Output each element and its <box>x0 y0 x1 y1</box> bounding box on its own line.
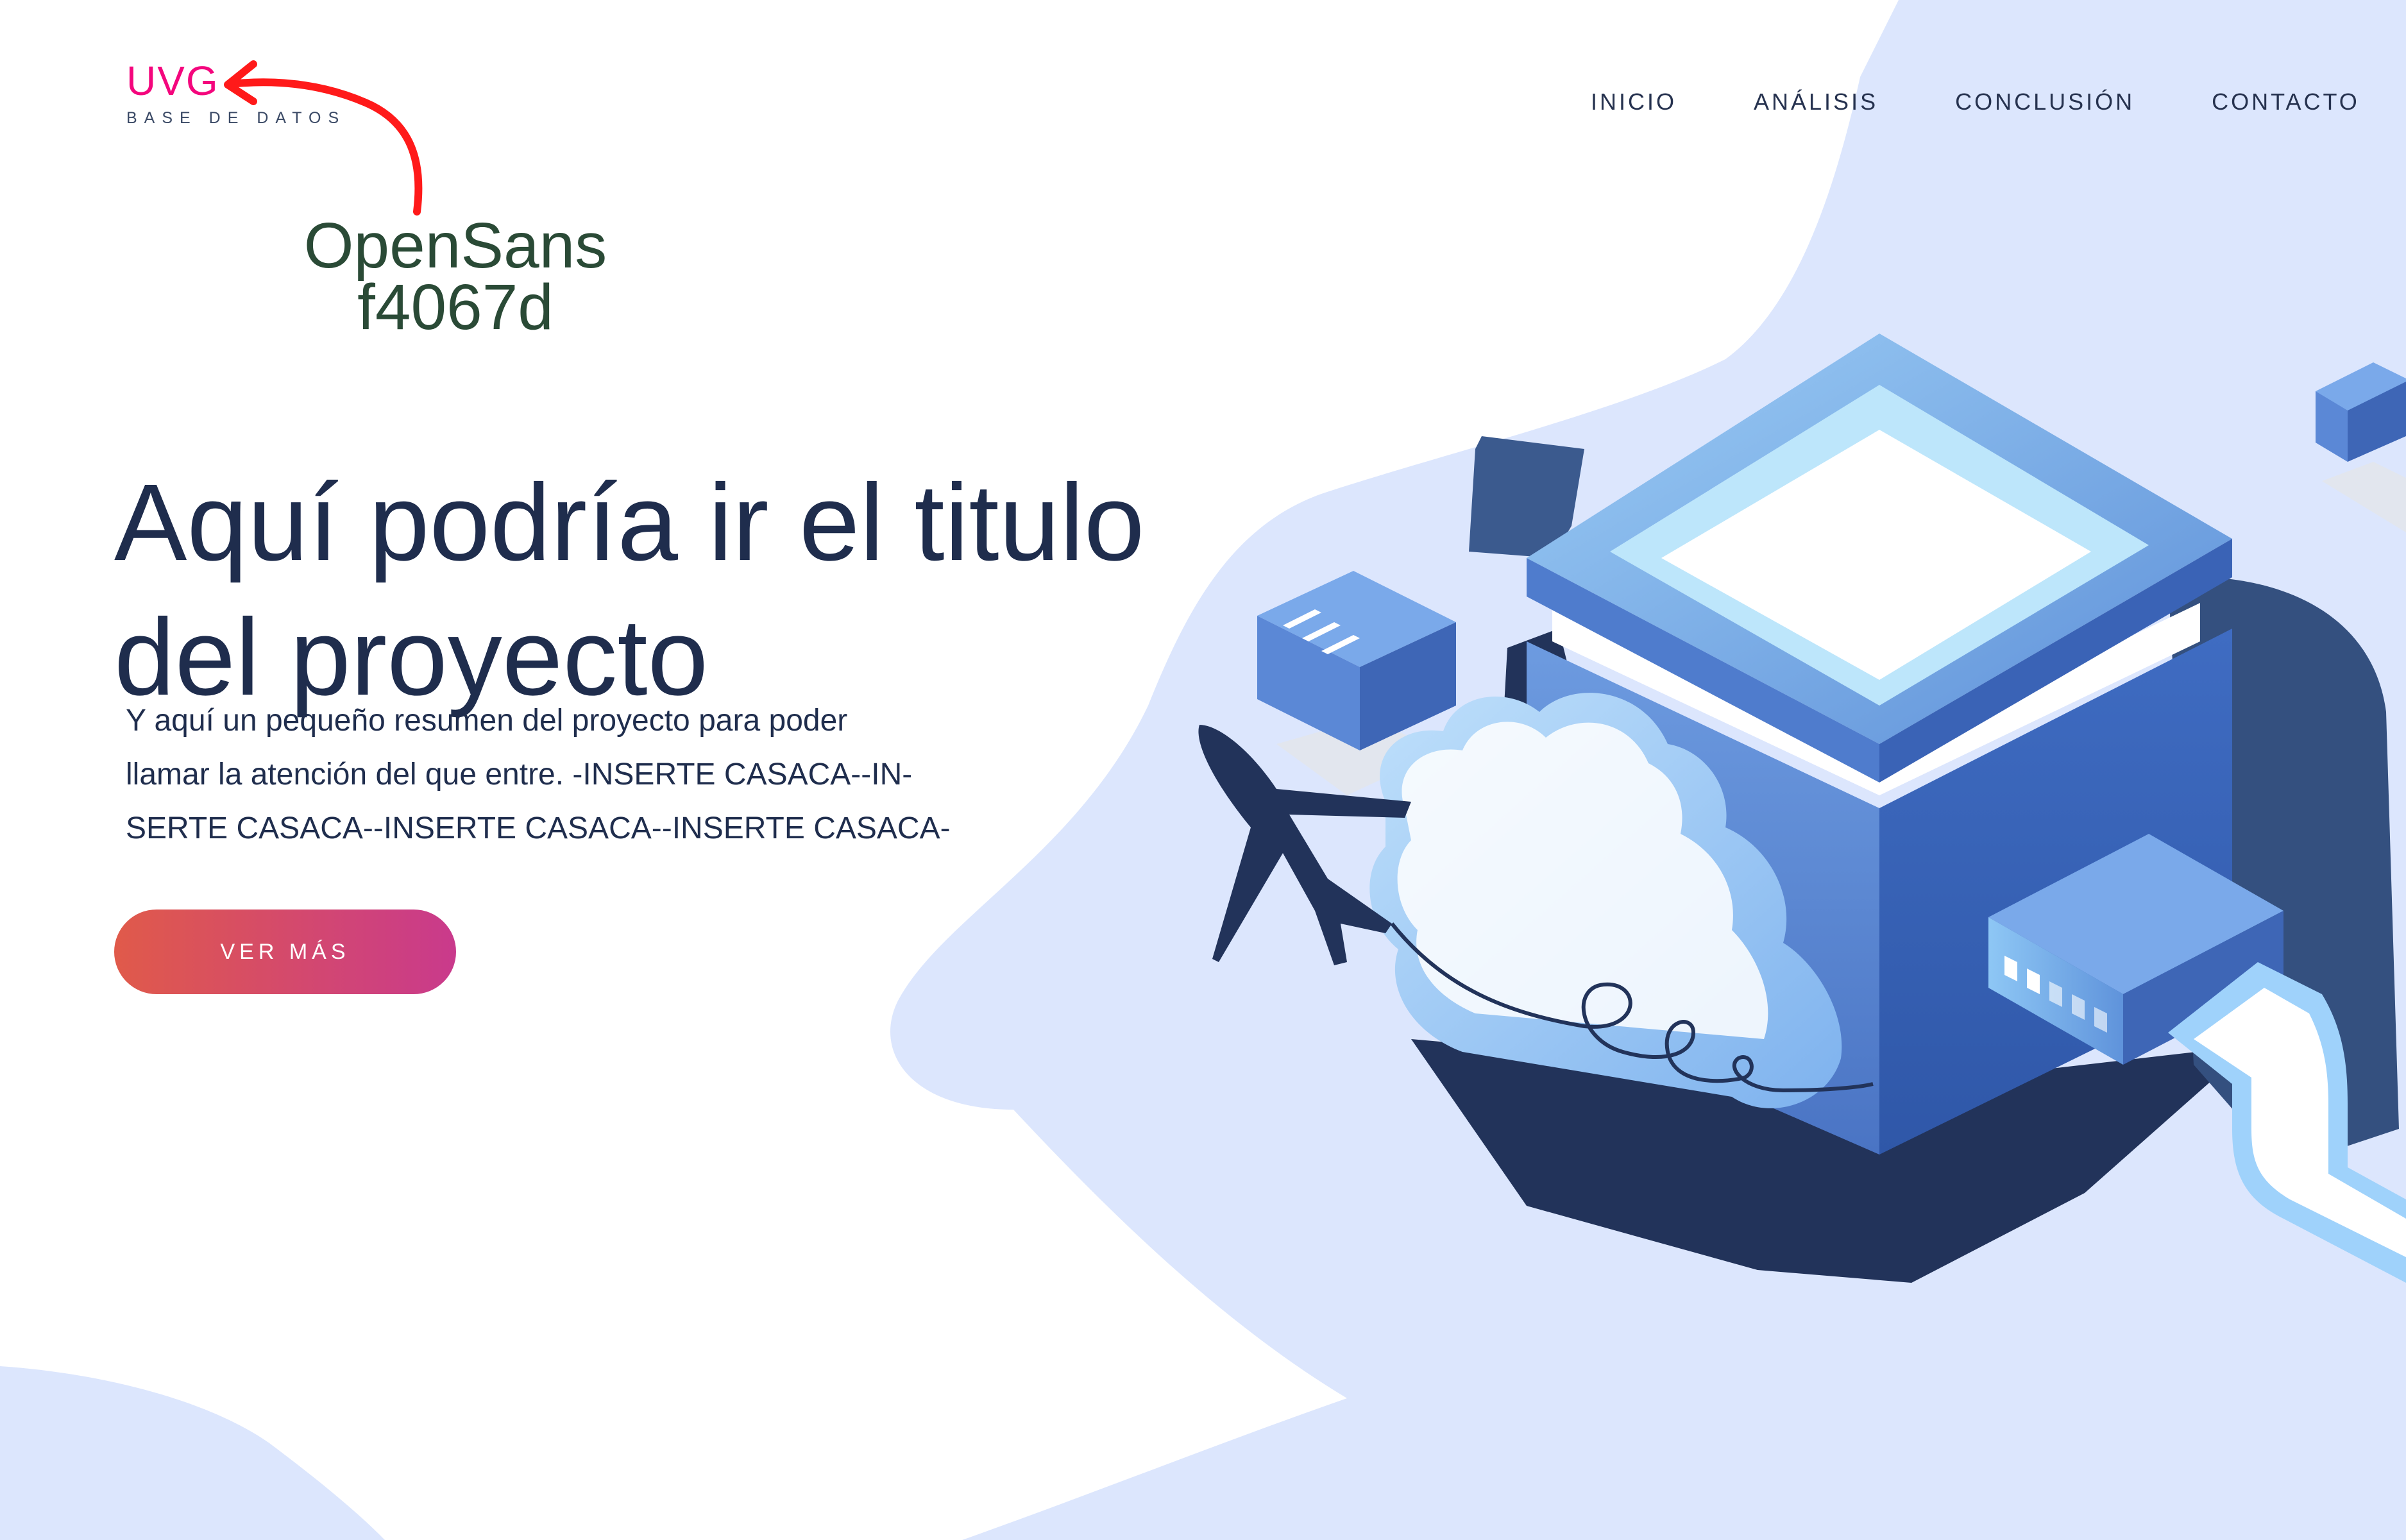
annotation-font-name: OpenSans <box>303 210 607 282</box>
hero-summary-line1: Y aquí un pequeño resumen del proyecto p… <box>126 704 848 738</box>
nav-item-analisis[interactable]: ANÁLISIS <box>1754 89 1878 115</box>
nav-item-inicio[interactable]: INICIO <box>1591 89 1677 115</box>
hero-summary-line2: llamar la atención del que entre. -INSER… <box>126 757 913 791</box>
logo-subtitle: BASE DE DATOS <box>126 109 346 127</box>
logo[interactable]: UVG BASE DE DATOS <box>126 60 346 128</box>
hero-title-line1: Aquí podría ir el titulo <box>114 462 1145 584</box>
main-nav: INICIO ANÁLISIS CONCLUSIÓN CONTACTO <box>1591 89 2360 115</box>
hero-summary: Y aquí un pequeño resumen del proyecto p… <box>126 694 960 856</box>
logo-mark: UVG <box>126 58 219 104</box>
annotation-color-code: f4067d <box>357 271 554 343</box>
nav-item-conclusion[interactable]: CONCLUSIÓN <box>1955 89 2135 115</box>
nav-item-contacto[interactable]: CONTACTO <box>2212 89 2360 115</box>
hero-title: Aquí podría ir el titulo del proyecto <box>114 455 1205 725</box>
font-annotation: OpenSans f4067d <box>244 210 667 343</box>
ver-mas-button[interactable]: VER MÁS <box>114 910 456 994</box>
bottom-blob <box>0 1366 385 1540</box>
hero-summary-line3: SERTE CASACA--INSERTE CASACA--INSERTE CA… <box>126 811 951 845</box>
